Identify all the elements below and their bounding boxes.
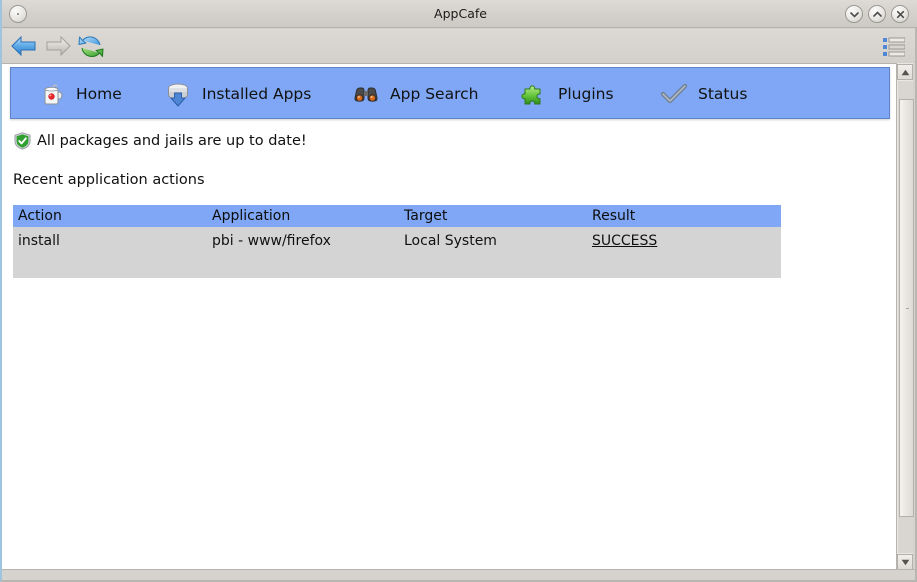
- status-message-row: All packages and jails are up to date!: [14, 132, 307, 150]
- window-bottom-strip: [2, 569, 915, 580]
- nav-item-label: Plugins: [558, 85, 614, 103]
- status-message-text: All packages and jails are up to date!: [37, 133, 307, 149]
- table-row[interactable]: install pbi - www/firefox Local System S…: [13, 227, 781, 278]
- scrollbar-thumb[interactable]: [899, 99, 914, 517]
- recent-actions-title: Recent application actions: [13, 172, 205, 188]
- coffee-mug-icon: [44, 84, 63, 105]
- window-title: AppCafe: [434, 6, 487, 21]
- list-menu-icon: [883, 37, 906, 57]
- close-button[interactable]: [891, 5, 909, 23]
- nav-item-app-search[interactable]: App Search: [351, 68, 478, 120]
- cell-result: SUCCESS: [587, 227, 781, 278]
- refresh-button[interactable]: [76, 32, 106, 66]
- table-header-row: Action Application Target Result: [13, 205, 781, 227]
- nav-item-plugins[interactable]: Plugins: [519, 68, 614, 120]
- nav-item-installed-apps[interactable]: Installed Apps: [163, 68, 311, 120]
- cell-action: install: [13, 227, 207, 278]
- binoculars-icon: [354, 87, 378, 102]
- package-install-icon: [168, 83, 188, 107]
- forward-button[interactable]: [44, 32, 72, 64]
- content-pane: Home Installed Apps App Search Plugins S…: [2, 63, 898, 571]
- nav-item-label: App Search: [390, 85, 479, 103]
- scroll-down-button[interactable]: [897, 554, 913, 570]
- minimize-button[interactable]: [845, 5, 863, 23]
- nav-item-label: Status: [698, 85, 748, 103]
- menu-button[interactable]: [883, 37, 906, 61]
- nav-item-label: Installed Apps: [202, 85, 312, 103]
- window-menu-icon: [17, 13, 19, 15]
- nav-item-label: Home: [76, 85, 122, 103]
- appcafe-window: AppCafe Home Installed Apps App Search P…: [0, 0, 917, 582]
- scrollbar-grip: [906, 308, 909, 309]
- window-menu-button[interactable]: [9, 5, 27, 23]
- scrollbar-track[interactable]: [898, 81, 914, 553]
- cell-target: Local System: [399, 227, 587, 278]
- scroll-up-button[interactable]: [897, 64, 913, 80]
- column-header-target[interactable]: Target: [399, 205, 587, 227]
- checkmark-icon: [660, 83, 688, 104]
- arrow-right-icon: [46, 35, 71, 57]
- main-navigation-bar: Home Installed Apps App Search Plugins S…: [10, 67, 890, 119]
- puzzle-piece-icon: [521, 85, 541, 105]
- cell-application: pbi - www/firefox: [207, 227, 399, 278]
- triangle-up-icon: [901, 69, 909, 75]
- refresh-icon: [78, 36, 104, 57]
- back-button[interactable]: [10, 32, 38, 64]
- titlebar: AppCafe: [2, 0, 917, 28]
- nav-item-status[interactable]: Status: [659, 68, 747, 120]
- green-shield-check-icon: [14, 132, 31, 150]
- chevron-down-icon: [849, 12, 859, 18]
- column-header-result[interactable]: Result: [587, 205, 781, 227]
- column-header-application[interactable]: Application: [207, 205, 399, 227]
- nav-item-home[interactable]: Home: [37, 68, 122, 120]
- maximize-button[interactable]: [868, 5, 886, 23]
- arrow-left-icon: [11, 35, 36, 57]
- close-x-icon: [896, 10, 904, 19]
- column-header-action[interactable]: Action: [13, 205, 207, 227]
- result-link[interactable]: SUCCESS: [592, 233, 657, 249]
- chevron-up-icon: [872, 11, 882, 17]
- triangle-down-icon: [901, 559, 909, 565]
- vertical-scrollbar[interactable]: [896, 63, 914, 571]
- recent-actions-table: Action Application Target Result install…: [13, 205, 781, 278]
- toolbar: [2, 29, 915, 63]
